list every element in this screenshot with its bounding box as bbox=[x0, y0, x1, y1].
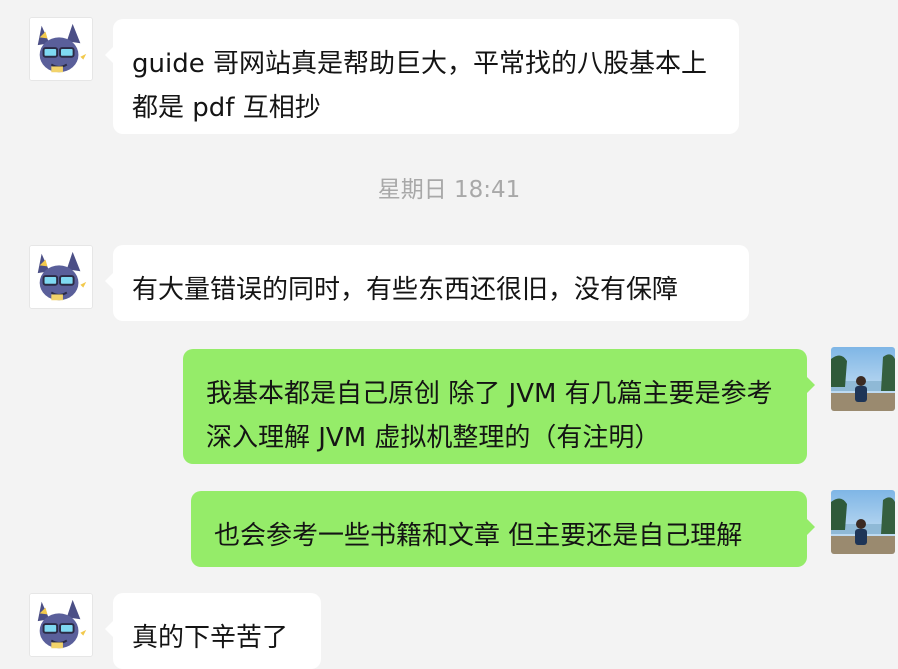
message-text: guide 哥网站真是帮助巨大，平常找的八股基本上都是 pdf 互相抄 bbox=[132, 49, 707, 123]
message-text: 有大量错误的同时，有些东西还很旧，没有保障 bbox=[132, 275, 679, 305]
message-bubble-incoming[interactable]: 真的下辛苦了 bbox=[105, 593, 321, 669]
message-text: 真的下辛苦了 bbox=[132, 623, 289, 653]
chat-window: guide 哥网站真是帮助巨大，平常找的八股基本上都是 pdf 互相抄 星期日 … bbox=[0, 0, 898, 669]
message-bubble-incoming[interactable]: 有大量错误的同时，有些东西还很旧，没有保障 bbox=[105, 245, 749, 321]
contact-avatar-icon[interactable] bbox=[29, 17, 93, 81]
message-text: 我基本都是自己原创 除了 JVM 有几篇主要是参考深入理解 JVM 虚拟机整理的… bbox=[206, 379, 773, 453]
message-bubble-outgoing[interactable]: 我基本都是自己原创 除了 JVM 有几篇主要是参考深入理解 JVM 虚拟机整理的… bbox=[183, 349, 815, 464]
contact-avatar-icon[interactable] bbox=[29, 245, 93, 309]
message-text: 也会参考一些书籍和文章 但主要还是自己理解 bbox=[214, 521, 743, 551]
message-bubble-incoming[interactable]: guide 哥网站真是帮助巨大，平常找的八股基本上都是 pdf 互相抄 bbox=[105, 19, 739, 134]
message-bubble-outgoing[interactable]: 也会参考一些书籍和文章 但主要还是自己理解 bbox=[191, 491, 815, 567]
timestamp-divider: 星期日 18:41 bbox=[377, 177, 521, 203]
self-avatar-icon[interactable] bbox=[831, 347, 895, 411]
self-avatar-icon[interactable] bbox=[831, 490, 895, 554]
contact-avatar-icon[interactable] bbox=[29, 593, 93, 657]
